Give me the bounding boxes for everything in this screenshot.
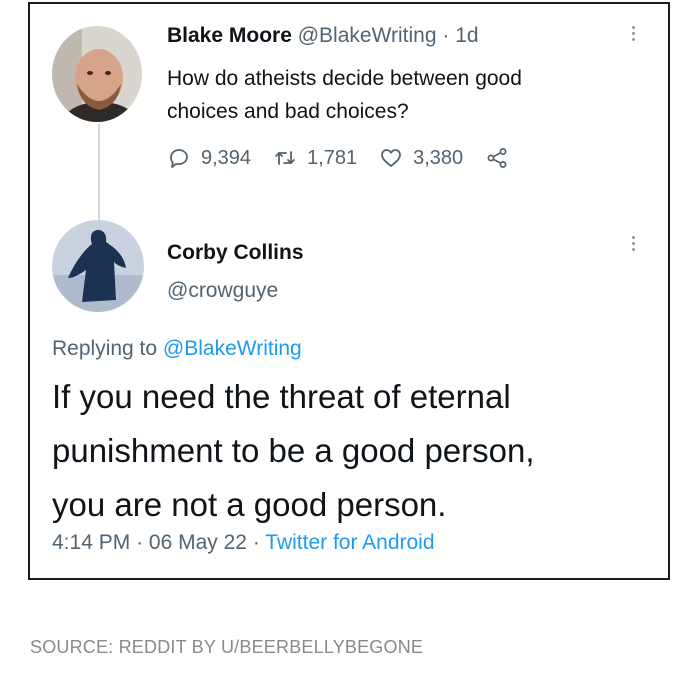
tweet-text-line: punishment to be a good person,	[52, 432, 535, 469]
tweet-text-line: you are not a good person.	[52, 486, 447, 523]
reply-icon	[170, 149, 188, 168]
tweet-client-link[interactable]: Twitter for Android	[265, 531, 434, 554]
original-tweet-text: How do atheists decide between good choi…	[167, 62, 522, 128]
tweet-time[interactable]: 4:14 PM	[52, 531, 130, 554]
tweet-text-line: choices and bad choices?	[167, 100, 409, 123]
replying-to-link[interactable]: @BlakeWriting	[163, 337, 302, 360]
blake-avatar-image	[52, 26, 142, 122]
reply-tweet-text: If you need the threat of eternal punish…	[52, 370, 535, 532]
like-count: 3,380	[413, 146, 464, 169]
replying-to-line: Replying to @BlakeWriting	[52, 337, 302, 361]
thread-connector-line	[98, 124, 100, 220]
tweet-age[interactable]: 1d	[455, 24, 478, 47]
separator: ·	[252, 531, 260, 554]
retweet-button[interactable]: 1,781	[273, 146, 357, 170]
tweet-date[interactable]: 06 May 22	[149, 531, 247, 554]
more-options-icon[interactable]	[630, 26, 636, 41]
share-button[interactable]	[485, 146, 509, 170]
tweet-actions: 9,394 1,781 3,380	[167, 146, 509, 170]
retweet-icon	[275, 151, 295, 165]
display-name[interactable]: Corby Collins	[167, 234, 304, 272]
reply-tweet-header: Corby Collins @crowguye	[167, 234, 304, 310]
tweet-text-line: If you need the threat of eternal	[52, 378, 511, 415]
retweet-count: 1,781	[307, 146, 358, 169]
separator: ·	[442, 24, 450, 47]
separator: ·	[136, 531, 144, 554]
avatar[interactable]	[52, 26, 142, 122]
reply-button[interactable]: 9,394	[167, 146, 251, 170]
avatar[interactable]	[52, 220, 144, 312]
share-icon	[487, 148, 507, 168]
original-tweet-header: Blake Moore @BlakeWriting · 1d	[167, 24, 479, 48]
like-button[interactable]: 3,380	[379, 146, 463, 170]
display-name[interactable]: Blake Moore	[167, 24, 292, 47]
corby-avatar-image	[52, 220, 144, 312]
reply-count: 9,394	[201, 146, 252, 169]
handle[interactable]: @BlakeWriting	[298, 24, 437, 47]
handle[interactable]: @crowguye	[167, 272, 304, 310]
tweet-text-line: How do atheists decide between good	[167, 67, 522, 90]
tweet-metadata: 4:14 PM · 06 May 22 · Twitter for Androi…	[52, 531, 435, 555]
tweet-screenshot-frame: Blake Moore @BlakeWriting · 1d How do at…	[28, 2, 670, 580]
like-icon	[381, 149, 402, 167]
more-options-icon[interactable]	[630, 236, 636, 251]
replying-to-label: Replying to	[52, 337, 158, 360]
source-caption: SOURCE: REDDIT BY U/BEERBELLYBEGONE	[30, 637, 424, 657]
